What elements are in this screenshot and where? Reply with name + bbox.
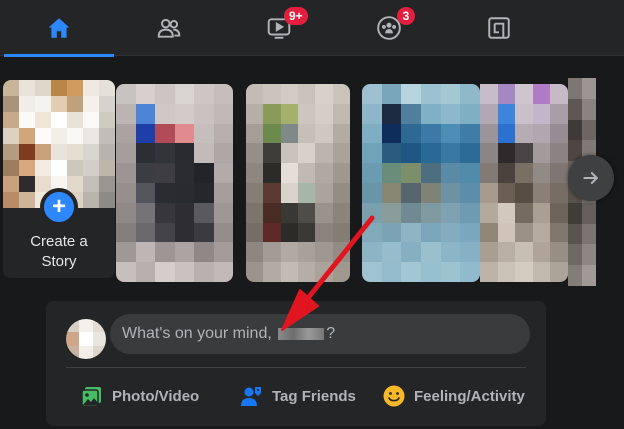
tab-gaming[interactable] xyxy=(444,0,554,56)
watch-badge: 9+ xyxy=(284,7,308,25)
home-icon xyxy=(48,18,70,38)
create-story-label: Create a Story xyxy=(3,232,115,272)
story-card-1[interactable] xyxy=(116,84,233,282)
tab-groups[interactable]: 3 xyxy=(334,0,444,56)
tag-friends-button[interactable]: Tag Friends xyxy=(240,381,356,411)
story-card-3[interactable] xyxy=(362,84,480,282)
groups-badge: 3 xyxy=(397,7,415,25)
composer-placeholder: What's on your mind, xyxy=(122,325,277,342)
top-navigation-bar: 9+ 3 xyxy=(0,0,624,57)
whats-on-your-mind-input[interactable]: What's on your mind, ? xyxy=(110,314,530,354)
blurred-user-name xyxy=(278,328,325,340)
story-card-4[interactable] xyxy=(480,84,568,282)
photo-video-icon xyxy=(81,387,101,407)
post-composer: What's on your mind, ? Photo/Video Tag F… xyxy=(46,301,546,426)
tab-home[interactable] xyxy=(4,0,114,57)
composer-divider xyxy=(66,367,526,368)
tab-watch[interactable]: 9+ xyxy=(224,0,334,56)
feeling-activity-button[interactable]: Feeling/Activity xyxy=(382,381,525,411)
arrow-right-icon xyxy=(583,172,598,184)
photo-video-label: Photo/Video xyxy=(112,387,200,405)
tab-friends[interactable] xyxy=(114,0,224,56)
stories-next-button[interactable] xyxy=(568,155,614,201)
gaming-icon xyxy=(488,17,510,39)
create-story-plus-icon[interactable]: + xyxy=(40,188,78,226)
story-card-2[interactable] xyxy=(246,84,350,282)
create-story-card[interactable]: + Create a Story xyxy=(3,80,115,278)
avatar[interactable] xyxy=(66,319,106,359)
tag-friends-label: Tag Friends xyxy=(272,387,356,405)
composer-placeholder-suffix: ? xyxy=(326,325,336,342)
create-story-label-line2: Story xyxy=(41,253,77,270)
create-story-label-line1: Create a xyxy=(30,233,88,250)
friends-icon xyxy=(157,18,181,38)
tag-friends-icon xyxy=(241,387,261,406)
photo-video-button[interactable]: Photo/Video xyxy=(80,381,199,411)
feeling-activity-label: Feeling/Activity xyxy=(414,387,525,405)
feeling-icon xyxy=(383,385,405,407)
